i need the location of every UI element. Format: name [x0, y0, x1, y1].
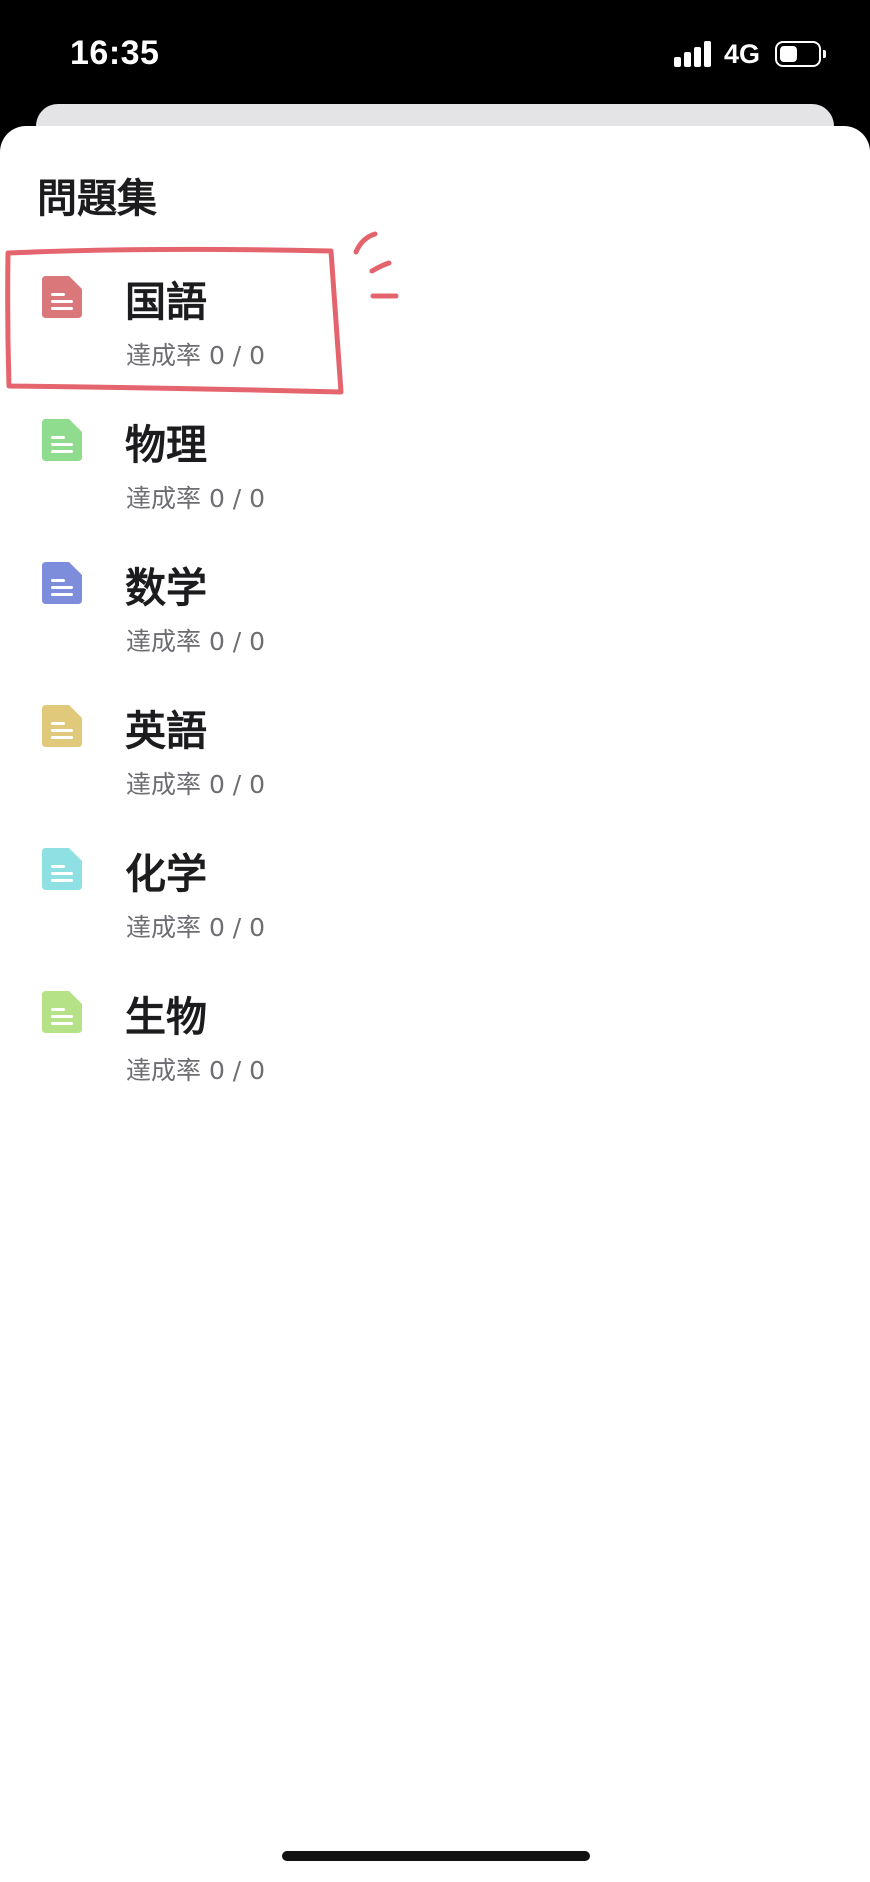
book-progress: 達成率 0 / 0 [126, 1056, 266, 1085]
book-title: 生物 [125, 993, 207, 1041]
book-progress: 達成率 0 / 0 [126, 770, 266, 799]
page-title: 問題集 [37, 176, 157, 222]
document-icon [42, 848, 82, 890]
list-item-book[interactable]: 生物 達成率 0 / 0 [0, 965, 870, 1108]
book-progress: 達成率 0 / 0 [126, 484, 266, 513]
battery-fill [780, 46, 797, 62]
home-indicator[interactable] [282, 1851, 590, 1861]
document-icon [42, 705, 82, 747]
battery-icon [775, 41, 826, 67]
book-title: 物理 [125, 421, 207, 469]
list-item-book[interactable]: 物理 達成率 0 / 0 [0, 393, 870, 536]
list-item-book[interactable]: 化学 達成率 0 / 0 [0, 822, 870, 965]
book-title: 国語 [125, 278, 207, 326]
book-progress: 達成率 0 / 0 [126, 627, 266, 656]
list-item-book[interactable]: 国語 達成率 0 / 0 [0, 250, 870, 393]
document-icon [42, 562, 82, 604]
battery-nub [823, 50, 826, 58]
document-icon [42, 991, 82, 1033]
status-time: 16:35 [70, 34, 160, 72]
book-progress: 達成率 0 / 0 [126, 341, 266, 370]
book-title: 英語 [125, 707, 207, 755]
book-title: 化学 [125, 850, 207, 898]
document-icon [42, 419, 82, 461]
book-title: 数学 [125, 564, 207, 612]
signal-icon [674, 41, 714, 67]
list-item-book[interactable]: 数学 達成率 0 / 0 [0, 536, 870, 679]
network-label: 4G [724, 39, 761, 69]
book-list: 国語 達成率 0 / 0 物理 達成率 0 / 0 数学 達成率 0 / 0 英… [0, 250, 870, 1108]
status-bar: 16:35 4G [0, 0, 870, 110]
book-progress: 達成率 0 / 0 [126, 913, 266, 942]
list-item-book[interactable]: 英語 達成率 0 / 0 [0, 679, 870, 822]
modal-sheet: 問題集 国語 達成率 0 / 0 物理 達成率 0 / 0 数学 達成率 0 /… [0, 126, 870, 1882]
document-icon [42, 276, 82, 318]
